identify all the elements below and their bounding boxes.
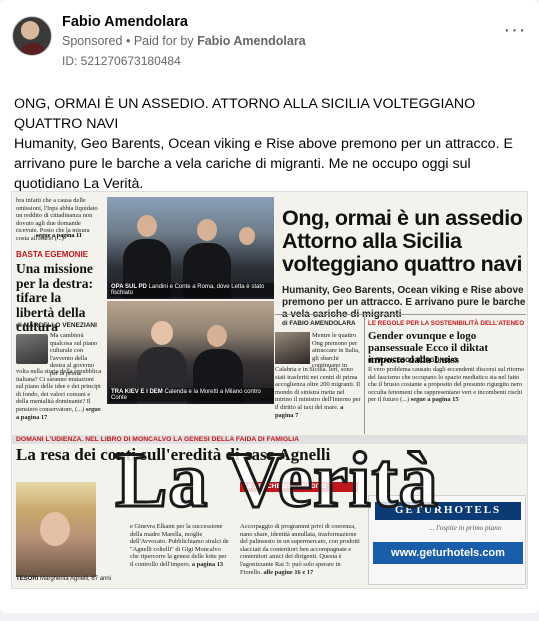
face — [207, 325, 227, 347]
divider — [364, 316, 365, 434]
post-header: Fabio Amendolara Sponsored • Paid for by… — [12, 10, 527, 70]
la-verita-masthead: La Verità — [114, 436, 439, 523]
col3-text: Mentre le quattro Ong premono per attrac… — [312, 332, 360, 370]
photo-caption: OPA SUL PD Landini e Conte a Roma, dove … — [109, 283, 274, 297]
byline-borgonovo: di FRANCESCO BORGONOVO — [368, 357, 458, 364]
photo-caption: TRA KIEV E I DEM Calenda e la Moretti a … — [109, 388, 274, 402]
main-subhead: Humanity, Geo Barents, Ocean viking e Ri… — [282, 285, 526, 320]
col4-segue: segue a pagina 15 — [410, 396, 459, 404]
byline-amendolara: di FABIO AMENDOLARA — [282, 320, 356, 327]
ad-url: www.geturhotels.com — [373, 542, 523, 564]
face — [151, 321, 173, 345]
col4-text: Il vero problema causato dagli eccendent… — [368, 366, 526, 404]
face — [40, 512, 70, 546]
post-card: Fabio Amendolara Sponsored • Paid for by… — [0, 0, 539, 613]
face — [239, 227, 255, 245]
col6-segue: alle pagine 16 e 17 — [263, 568, 314, 576]
col3b-text: Calabria e in Sicilia. Ieri, sono stati … — [275, 366, 361, 419]
payer-name: Fabio Amendolara — [197, 34, 306, 48]
col1-text3: volta nella storia della repubblica ital… — [16, 368, 102, 421]
dot-separator: • — [125, 34, 134, 48]
ad-id: ID: 521270673180484 — [62, 54, 181, 68]
col5-text: e Ginevra Elkann per la successione dell… — [130, 523, 230, 569]
col5-segue: a pagina 13 — [191, 560, 224, 568]
col3b-body: Calabria e in Sicilia. Ieri, sono stati … — [275, 366, 361, 411]
sponsored-meta: Sponsored • Paid for by Fabio Amendolara — [62, 34, 306, 48]
feed-gap — [0, 613, 539, 621]
avatar[interactable] — [12, 16, 52, 56]
section-label-luiss: LE REGOLE PER LA SOSTENIBILITÀ DELL'ATEN… — [368, 320, 525, 327]
ad-tagline: ... l'ospite in primo piano — [429, 524, 502, 532]
newspaper-image[interactable]: bra infatti che a causa delle omissioni,… — [11, 191, 528, 589]
paid-for-label: Paid for by — [133, 34, 194, 48]
post-body-line: Humanity, Geo Barents, Ocean viking e Ri… — [14, 136, 513, 192]
kicker: BASTA EGEMONIE — [16, 250, 89, 259]
photo-tra-kiev: TRA KIEV E I DEM Calenda e la Moretti a … — [107, 301, 274, 404]
sponsored-label[interactable]: Sponsored — [62, 34, 122, 48]
photo-caption: TESORI Margherita Agnelli, 67 anni — [16, 576, 112, 582]
byline-veneziani: di MARCELLO VENEZIANI — [16, 322, 97, 329]
post-text: ONG, ORMAI È UN ASSEDIO. ATTORNO ALLA SI… — [14, 94, 519, 194]
author-photo — [16, 334, 48, 364]
more-horizontal-icon[interactable]: ··· — [503, 20, 527, 40]
col6-text: Accorpaggio di programmi privi di coeren… — [240, 523, 360, 576]
col1-segue: segue a pagina 11 — [36, 232, 82, 239]
post-title-line: ONG, ORMAI È UN ASSEDIO. ATTORNO ALLA SI… — [14, 96, 476, 132]
photo-opa-sul-pd: OPA SUL PD Landini e Conte a Roma, dove … — [107, 197, 274, 299]
main-headline: Ong, ormai è un assedio Attorno alla Sic… — [282, 206, 523, 276]
face — [137, 215, 157, 237]
author-name[interactable]: Fabio Amendolara — [62, 14, 188, 30]
face — [197, 219, 217, 241]
author-photo — [275, 332, 310, 364]
divider — [275, 314, 526, 315]
